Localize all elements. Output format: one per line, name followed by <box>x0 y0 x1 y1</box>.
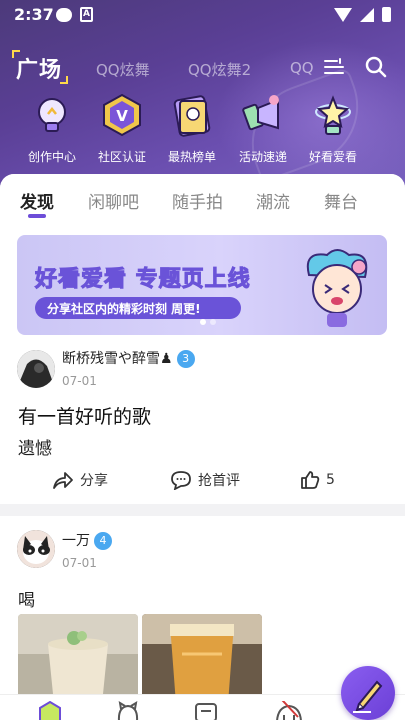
quick-link-label: 创作中心 <box>27 150 76 164</box>
quick-link-favorites[interactable]: 好看爱看 <box>298 92 368 165</box>
banner-section: 好看爱看 专题页上线 分享社区内的精彩时刻 周更! <box>0 222 405 344</box>
lightbulb-icon <box>29 92 75 138</box>
tab-trend[interactable]: 潮流 <box>256 188 290 213</box>
post-photo[interactable] <box>18 614 138 704</box>
chat-notification-icon <box>56 8 72 22</box>
share-label: 分享 <box>80 473 108 489</box>
ranking-card-icon <box>169 92 215 138</box>
post-body: 喝 <box>18 591 35 611</box>
top-nav: 广场 QQ炫舞 QQ炫舞2 QQ <box>0 50 405 88</box>
avatar[interactable] <box>17 530 55 568</box>
post-date: 07-01 <box>62 556 97 570</box>
status-bar: 2:37 A <box>0 0 405 32</box>
avatar[interactable] <box>17 350 55 388</box>
tab-stage[interactable]: 舞台 <box>324 188 358 213</box>
pen-icon <box>353 680 383 713</box>
comment-label: 抢首评 <box>198 473 240 489</box>
quick-link-label: 好看爱看 <box>308 150 357 164</box>
battery-icon <box>382 7 391 22</box>
feed-tabs: 发现 闲聊吧 随手拍 潮流 舞台 <box>0 174 405 222</box>
quick-link-label: 社区认证 <box>97 150 146 164</box>
message-icon[interactable] <box>194 701 218 720</box>
wifi-icon <box>334 7 352 22</box>
post-title: 有一首好听的歌 <box>18 406 152 428</box>
like-button[interactable]: 5 <box>300 466 335 494</box>
post-photo[interactable] <box>142 614 262 704</box>
tab-discover[interactable]: 发现 <box>20 188 54 213</box>
notification-badge-icon: A <box>80 7 93 22</box>
tab-snapshot[interactable]: 随手拍 <box>172 188 223 213</box>
cat-icon[interactable] <box>116 701 140 720</box>
profile-icon[interactable] <box>269 686 302 720</box>
nav-tab-qqx2[interactable]: QQ炫舞2 <box>188 59 251 80</box>
post-author[interactable]: 一万 4 <box>62 530 112 550</box>
search-icon[interactable] <box>365 56 387 78</box>
megaphone-icon <box>240 92 286 138</box>
post-actions: 分享 抢首评 5 <box>0 466 405 494</box>
post-card[interactable]: 断桥残雪や醉雪♟ 3 07-01 有一首好听的歌 遗憾 分享 抢首评 5 <box>0 344 405 504</box>
mascot-illustration <box>306 249 368 327</box>
compose-button[interactable] <box>341 666 395 720</box>
post-body: 遗憾 <box>18 439 52 459</box>
share-icon <box>53 472 73 489</box>
v-badge-icon: V <box>99 92 145 138</box>
banner-title: 好看爱看 专题页上线 <box>35 267 251 293</box>
home-icon[interactable] <box>38 700 62 720</box>
quick-link-events[interactable]: 活动速递 <box>228 92 298 165</box>
nav-tab-qq[interactable]: QQ <box>290 59 314 77</box>
trophy-icon <box>310 92 356 138</box>
post-author[interactable]: 断桥残雪や醉雪♟ 3 <box>62 348 195 368</box>
like-count: 5 <box>326 472 335 488</box>
quick-link-certify[interactable]: V 社区认证 <box>87 92 157 165</box>
header: 2:37 A 广场 QQ炫舞 QQ炫舞2 QQ 创作中心 V 社区认证 最热榜单… <box>0 0 405 200</box>
carousel-dot <box>200 319 206 325</box>
signal-icon <box>360 7 374 22</box>
menu-icon[interactable] <box>324 58 344 76</box>
quick-link-ranking[interactable]: 最热榜单 <box>157 92 227 165</box>
feed-panel: 发现 闲聊吧 随手拍 潮流 舞台 好看爱看 专题页上线 分享社区内的精彩时刻 周… <box>0 174 405 720</box>
tab-indicator <box>28 214 46 218</box>
tab-chat[interactable]: 闲聊吧 <box>88 188 139 213</box>
quick-link-label: 活动速递 <box>238 150 287 164</box>
post-date: 07-01 <box>62 374 97 388</box>
banner-subtitle: 分享社区内的精彩时刻 周更! <box>47 302 201 316</box>
quick-link-creation[interactable]: 创作中心 <box>17 92 87 165</box>
quick-link-label: 最热榜单 <box>167 150 216 164</box>
nav-tab-qqx[interactable]: QQ炫舞 <box>96 59 150 80</box>
promo-banner[interactable]: 好看爱看 专题页上线 分享社区内的精彩时刻 周更! <box>17 235 387 335</box>
thumbs-up-icon <box>301 471 320 489</box>
comment-button[interactable]: 抢首评 <box>170 466 240 494</box>
share-button[interactable]: 分享 <box>52 466 108 494</box>
level-badge: 3 <box>176 350 195 368</box>
comment-icon <box>171 471 191 490</box>
brand-title[interactable]: 广场 <box>11 50 69 84</box>
carousel-dot <box>210 319 216 325</box>
quick-links: 创作中心 V 社区认证 最热榜单 活动速递 好看爱看 <box>0 92 405 172</box>
level-badge: 4 <box>94 532 112 550</box>
svg-text:V: V <box>116 107 128 125</box>
status-time: 2:37 <box>14 5 54 24</box>
